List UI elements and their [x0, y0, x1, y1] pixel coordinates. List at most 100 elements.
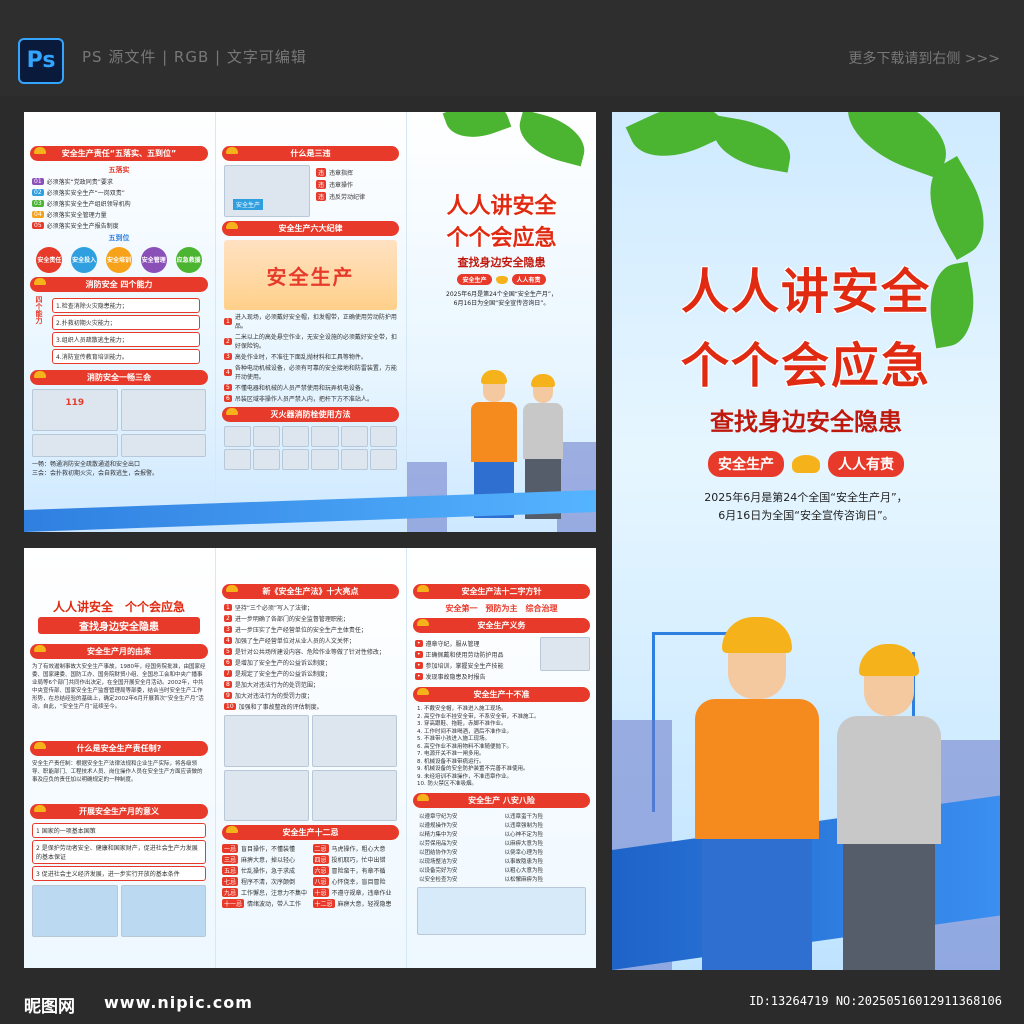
- circle-badge: 安全责任: [36, 247, 63, 273]
- worker-illustrations: [224, 715, 397, 821]
- list-item: 十忌 不遵守规章，违章作业: [312, 888, 392, 897]
- hardhat-icon: [34, 278, 46, 285]
- hardhat-icon: [34, 371, 46, 378]
- list-item: 二忌 马虎操作，粗心大意: [312, 844, 386, 853]
- list-item: 2 是保护劳动者安全、健康和国家财产，促进社会生产力发展的基本保证: [32, 840, 206, 864]
- inner-title: 人人讲安全 个个会应急: [52, 600, 185, 614]
- hardhat-icon: [226, 826, 238, 833]
- worker-scene-illustration: [312, 769, 397, 821]
- section-title: 安全生产责任“五落实、五到位”: [30, 146, 208, 161]
- cover-pills: 安全生产 人人有责: [407, 274, 596, 285]
- list-item: 5 不懂电器和机械的人员严禁使用和玩弄机电设备。: [224, 384, 367, 392]
- poster-pills: 安全生产 人人有责: [612, 451, 1000, 477]
- vertical-label: 四个能力: [35, 296, 43, 324]
- hardhat-icon: [417, 793, 429, 801]
- risk-item: 以粗心大意为险: [504, 867, 544, 874]
- cover-title-1: 人人讲安全: [446, 194, 557, 219]
- hardhat-icon: [495, 275, 508, 284]
- hardhat-icon: [417, 619, 429, 626]
- eight-safe-eight-risk: 以遵章守纪为安 以违章蛮干为险 以遵规操作为安 以违章强制为险 以精力集中为安 …: [419, 812, 584, 883]
- list-item: 6 是增加了安全生产的公益诉讼制度；: [224, 659, 331, 667]
- list-item: 03 必须落实安全生产组织领导机构: [32, 200, 131, 208]
- section-title: 消防安全 四个能力: [30, 277, 208, 292]
- circle-badge: 安全培训: [105, 247, 132, 273]
- worker-illustration: [834, 644, 944, 970]
- list-item: 1.检查消除火灾隐患能力；: [52, 298, 200, 313]
- list-item: • 参加培训，掌握安全生产技能: [415, 662, 504, 670]
- responsibility-paragraph: 安全生产责任制：根据安全生产法律法规和企业生产实际，将各级领导、职能部门、工程技…: [32, 761, 203, 783]
- list-item: 四忌 投机取巧，忙中出错: [312, 855, 386, 864]
- section-title: 安全生产法十二字方针: [413, 584, 590, 599]
- cover-subtitle: 查找身边安全隐患: [457, 256, 546, 269]
- list-item: 01 必须落实“党政同责”要求: [32, 178, 113, 186]
- teamwork-illustration: [417, 886, 586, 935]
- image-id-text: ID:13264719 NO:20250516012911368106: [749, 994, 1002, 1008]
- site-logo[interactable]: 昵图网: [24, 992, 75, 1017]
- safe-item: 以安全检查为安: [419, 876, 458, 883]
- list-item: 02 必须落实安全生产“一岗双责”: [32, 189, 125, 197]
- section-title: 安全生产 八安八险: [413, 792, 590, 808]
- motto-text: 安全第一 预防为主 综合治理: [445, 604, 558, 613]
- list-item: 五忌 忙乱操作，急于求成: [222, 866, 296, 875]
- step-illustration: [224, 426, 252, 447]
- hardhat-icon: [34, 645, 46, 652]
- construction-site-illustration: 安全生产: [224, 165, 310, 217]
- city-illustration: [32, 885, 118, 937]
- pill-left: 安全生产: [708, 451, 784, 477]
- risk-item: 以违章蛮干为险: [504, 813, 544, 820]
- origin-paragraph: 为了有效遏制事故大安全生产事故，1980年，经国务院批准，由国家经委、国家建委、…: [32, 664, 206, 710]
- list-item: 2 二米以上的高处悬空作业，无安全设施的必须戴好安全带，扣好保险钩。: [224, 334, 397, 350]
- list-item: 1 国家的一项基本国策: [32, 823, 206, 838]
- list-item: 9 加大对违法行为的受罚力度；: [224, 692, 313, 700]
- hardhat-icon: [34, 805, 46, 812]
- leaf-icon: [625, 112, 729, 173]
- safe-item: 以遵章守纪为安: [419, 813, 458, 820]
- download-hint-link[interactable]: 更多下载请到右侧 >>>: [848, 48, 1000, 68]
- section-title: 安全生产十二忌: [222, 825, 399, 840]
- footer-bar: 昵图网 www.nipic.com ID:13264719 NO:2025051…: [0, 978, 1024, 1024]
- section-title: 安全生产六大纪律: [222, 221, 399, 236]
- sub-heading: 五落实: [108, 166, 130, 174]
- list-item: 八忌 心怀侥幸，盲目冒险: [312, 877, 386, 886]
- section-title: 什么是三违: [222, 146, 399, 161]
- worker-scene-illustration: [224, 769, 309, 821]
- section-title: 安全生产月的由来: [30, 644, 208, 659]
- list-item: 7 是规定了安全生产的公益诉讼制度；: [224, 670, 331, 678]
- hardhat-icon: [34, 147, 46, 154]
- safe-item: 以团结协作为安: [419, 849, 458, 856]
- workers-illustration: [540, 637, 590, 671]
- list-item: 七忌 程序不清，次序颠倒: [222, 877, 296, 886]
- step-illustration: [224, 449, 252, 470]
- risk-item: 以心神不定为险: [504, 831, 544, 838]
- list-item: 10 加强和了事故整改的评估制度。: [224, 703, 323, 711]
- list-item: 十一忌 情绪波动，带人工作: [222, 899, 302, 908]
- hardhat-icon: [792, 455, 820, 473]
- list-item: 3 促进社会主义经济发展，进一步实行开放的基本条件: [32, 866, 206, 881]
- safe-item: 以精力集中为安: [419, 831, 458, 838]
- list-item: 2.扑救初期火灾能力；: [52, 315, 200, 330]
- list-item: 9. 未经培训不准操作，不准违章作业。: [417, 773, 512, 780]
- list-item: • 遵章守纪，服从管理: [415, 640, 480, 648]
- date-line: 2025年6月是第24个全国“安全生产月”，: [446, 291, 557, 298]
- safe-item: 以设备完好为安: [419, 867, 458, 874]
- site-sign: 安全生产: [233, 199, 264, 210]
- step-illustration: [369, 426, 397, 447]
- phone-119-illustration: 119: [32, 389, 118, 431]
- section-title: 开展安全生产月的意义: [30, 804, 208, 819]
- step-illustration: [253, 426, 281, 447]
- list-item: 六忌 冒险蛮干，有章不循: [312, 866, 386, 875]
- list-item: 1. 不戴安全帽，不准进入施工现场。: [417, 706, 507, 712]
- list-item: 4.消防宣传教育培训能力。: [52, 349, 200, 364]
- section-title: 什么是安全生产责任制?: [30, 741, 208, 756]
- list-item: 05 必须落实安全生产报告制度: [32, 222, 119, 230]
- list-item: 3 高处作业时，不准往下面乱抛材料和工具等物件。: [224, 353, 367, 361]
- extinguisher-steps: [224, 426, 397, 470]
- list-item: 6 吊装区域非操作人员严禁入内，把杆下方不准站人。: [224, 395, 373, 403]
- site-url-link[interactable]: www.nipic.com: [104, 993, 253, 1012]
- risk-item: 以事故隐患为险: [504, 858, 544, 865]
- extinguish-illustration: [32, 433, 118, 457]
- pill-right: 人人有责: [828, 451, 904, 477]
- list-item: 违违章操作: [316, 180, 354, 189]
- escape-illustration: [120, 433, 206, 457]
- photoshop-icon: Ps: [18, 38, 64, 84]
